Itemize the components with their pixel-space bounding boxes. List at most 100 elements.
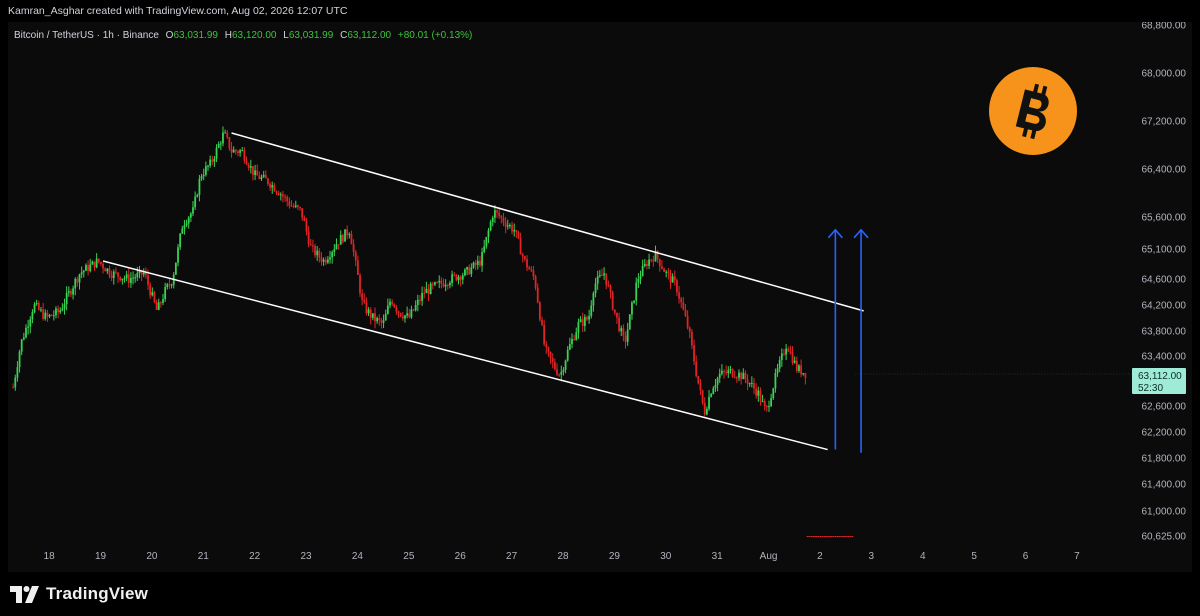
- candle-body: [12, 387, 15, 389]
- candle-body: [204, 166, 207, 175]
- price-axis[interactable]: 68,800.00 68,000.00 67,200.00 66,400.00 65,6…: [1142, 22, 1187, 543]
- candle-body: [785, 348, 788, 355]
- candle-body: [731, 369, 734, 377]
- candle-body: [391, 301, 394, 305]
- candle-body: [292, 205, 295, 207]
- candle-body: [532, 270, 535, 277]
- candle-body: [658, 259, 661, 267]
- candle-body: [363, 299, 366, 303]
- candle-body: [222, 132, 224, 144]
- candle-body: [361, 293, 364, 300]
- candle-body: [284, 196, 286, 198]
- candle-body: [286, 196, 289, 202]
- candle-body: [757, 390, 760, 396]
- candle-body: [318, 250, 321, 258]
- candle-body: [224, 132, 227, 134]
- candle-body: [665, 271, 668, 273]
- price-tick-label: 65,600.00: [1142, 213, 1187, 224]
- tradingview-logo[interactable]: TradingView: [10, 584, 148, 604]
- candle-body: [55, 308, 57, 316]
- candle-body: [695, 361, 698, 376]
- candle-body: [72, 288, 74, 295]
- channel-lower-line[interactable]: [102, 260, 828, 451]
- candle-body: [264, 174, 267, 179]
- candle-body: [851, 536, 854, 537]
- price-tick-label: 62,200.00: [1142, 428, 1187, 439]
- projection-arrow[interactable]: [827, 228, 843, 450]
- candle-body: [733, 376, 736, 378]
- candle-body: [575, 332, 578, 340]
- candle-body: [354, 251, 357, 261]
- candle-body: [791, 351, 794, 363]
- candle-body: [48, 314, 51, 317]
- candle-body: [586, 317, 588, 320]
- channel-upper-line[interactable]: [231, 132, 864, 312]
- candle-body: [374, 313, 376, 322]
- candle-body: [232, 149, 235, 153]
- candle-body: [528, 267, 531, 270]
- candle-body: [750, 382, 753, 384]
- candle-body: [568, 344, 571, 350]
- candle-body: [613, 309, 616, 313]
- candle-body: [271, 185, 274, 188]
- candle-body: [352, 244, 355, 252]
- candle-body: [87, 265, 89, 271]
- candle-body: [123, 278, 126, 280]
- candle-body: [560, 371, 563, 375]
- candle-body: [399, 313, 402, 317]
- candle-body: [307, 231, 310, 245]
- price-chart[interactable]: 68,800.00 68,000.00 67,200.00 66,400.00 65,6…: [8, 22, 1192, 572]
- candle-body: [213, 158, 216, 162]
- candle-body: [622, 328, 625, 336]
- candle-body: [530, 269, 533, 271]
- candle-body: [333, 249, 336, 253]
- time-tick-label: 21: [198, 551, 210, 562]
- candle-body: [768, 406, 770, 408]
- top-bar: Kamran_Asghar created with TradingView.c…: [0, 0, 1200, 22]
- candle-body: [605, 273, 608, 286]
- symbol-legend: Bitcoin / TetherUS · 1h · Binance O63,03…: [14, 30, 472, 41]
- candle-body: [556, 369, 558, 375]
- candle-body: [427, 288, 430, 295]
- candle-body: [438, 280, 441, 283]
- candle-body: [483, 246, 486, 253]
- candle-body: [341, 234, 344, 242]
- candle-body: [661, 266, 663, 269]
- footer-bar: TradingView: [0, 572, 1200, 616]
- candle-body: [461, 275, 464, 280]
- candle-body: [517, 232, 520, 239]
- candle-body: [558, 374, 561, 376]
- candle-body: [620, 328, 623, 332]
- price-tick-label: 67,200.00: [1142, 117, 1187, 128]
- price-tick-label: 60,625.00: [1142, 532, 1187, 543]
- time-axis[interactable]: 18 19 20 21 22 23 24 25 26 27 28 29 30 31 Aug 2 3 4 5 6 7: [44, 551, 1081, 562]
- candle-body: [67, 291, 70, 293]
- time-tick-label: 2: [817, 551, 823, 562]
- candle-body: [277, 192, 280, 196]
- candle-body: [832, 536, 835, 537]
- candle-body: [553, 362, 556, 370]
- candle-body: [82, 270, 85, 273]
- candle-body: [192, 207, 194, 214]
- candle-body: [491, 217, 494, 222]
- legend-close-value: 63,112.00: [347, 30, 391, 41]
- candle-body: [686, 316, 689, 328]
- candle-body: [207, 165, 209, 167]
- candle-body: [155, 301, 158, 310]
- candle-body: [592, 293, 595, 306]
- candle-body: [350, 234, 353, 245]
- candle-body: [185, 223, 188, 226]
- candle-body: [209, 159, 212, 166]
- chart-panel[interactable]: 68,800.00 68,000.00 67,200.00 66,400.00 65,6…: [8, 22, 1192, 572]
- candle-body: [631, 302, 633, 315]
- candle-body: [650, 259, 653, 261]
- projection-arrow[interactable]: [853, 228, 869, 453]
- last-price-value: 63,112.00: [1138, 371, 1182, 382]
- candle-body: [744, 372, 747, 380]
- candle-body: [339, 234, 342, 245]
- legend-high-value: 63,120.00: [232, 30, 277, 41]
- candle-body: [376, 318, 379, 322]
- candle-body: [609, 285, 612, 293]
- candle-body: [275, 191, 278, 193]
- candle-body: [519, 238, 522, 255]
